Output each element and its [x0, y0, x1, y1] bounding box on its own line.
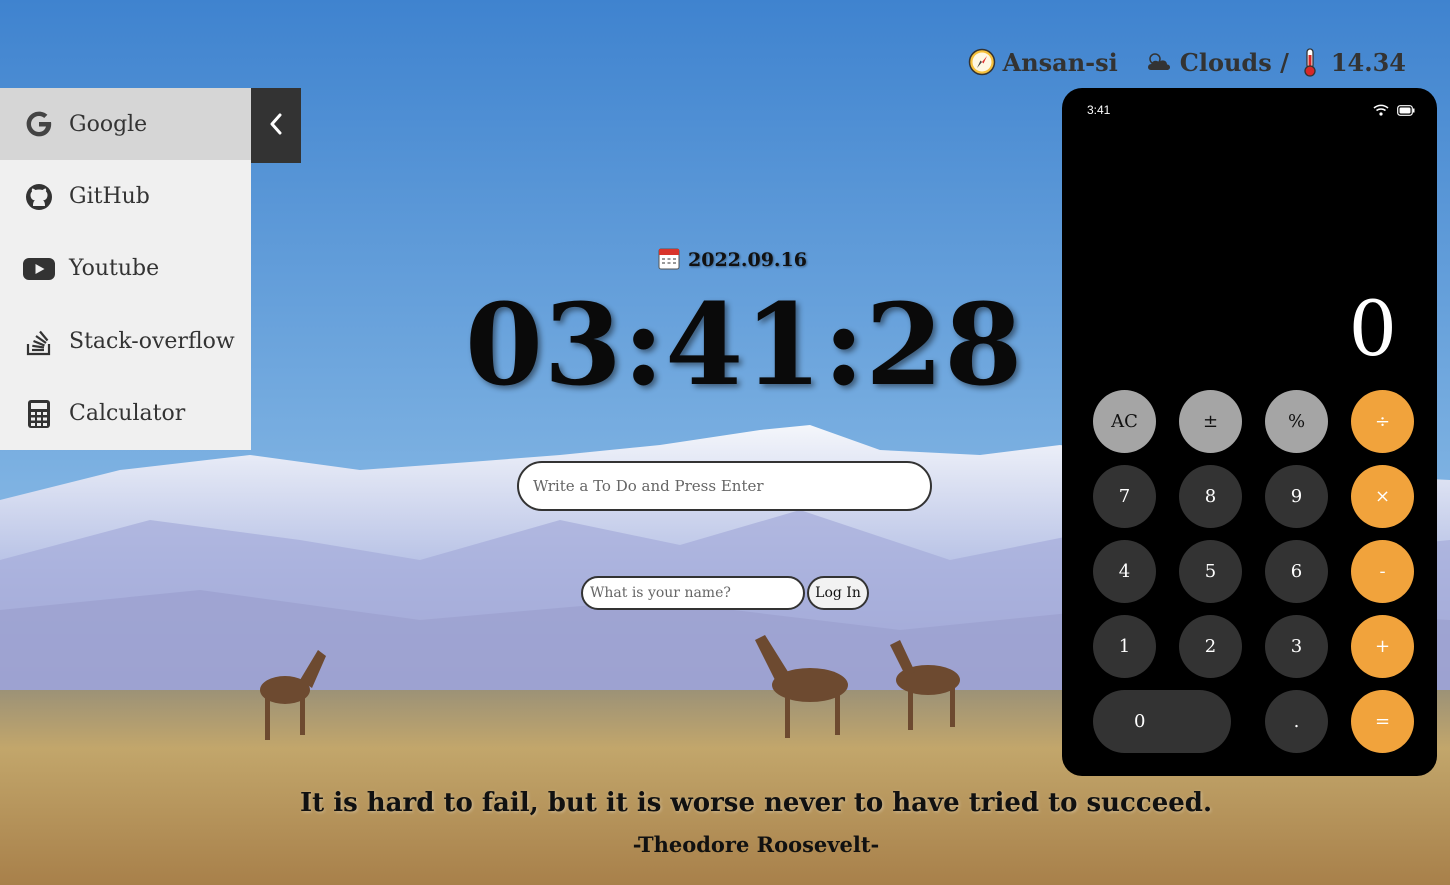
sidebar-item-youtube[interactable]: Youtube [0, 233, 251, 305]
thermometer-icon [1295, 47, 1325, 77]
calc-button-2[interactable]: 2 [1179, 615, 1242, 678]
sidebar-item-label: Youtube [69, 256, 160, 282]
status-icons [1373, 103, 1415, 121]
date-text: 2022.09.16 [688, 249, 807, 271]
calc-button-9[interactable]: 9 [1265, 465, 1328, 528]
sidebar-item-calculator[interactable]: Calculator [0, 378, 251, 450]
weather-condition: Clouds / [1179, 47, 1289, 77]
calc-button-3[interactable]: 3 [1265, 615, 1328, 678]
calc-button-8[interactable]: 8 [1179, 465, 1242, 528]
weather-widget: Ansan-si Clouds / 14.34 [967, 44, 1406, 80]
github-icon [22, 180, 56, 214]
calc-button-ac[interactable]: AC [1093, 390, 1156, 453]
weather-temperature: 14.34 [1330, 47, 1406, 77]
status-time: 3:41 [1087, 103, 1111, 117]
login-button[interactable]: Log In [807, 576, 869, 610]
sidebar-item-label: Stack-overflow [69, 328, 235, 354]
compass-icon [967, 47, 997, 77]
calc-button-percent[interactable]: % [1265, 390, 1328, 453]
login-form: Log In [581, 576, 869, 610]
sidebar-item-label: Google [69, 111, 148, 137]
clock-time: 03:41:28 [465, 280, 1024, 411]
calendar-icon [658, 246, 680, 275]
calc-button-7[interactable]: 7 [1093, 465, 1156, 528]
calc-button-6[interactable]: 6 [1265, 540, 1328, 603]
youtube-icon [22, 252, 56, 286]
calc-button-plus[interactable]: + [1351, 615, 1414, 678]
quote-author: -Theodore Roosevelt- [632, 832, 880, 857]
calculator-display: 0 [1348, 284, 1397, 373]
sidebar-item-github[interactable]: GitHub [0, 160, 251, 232]
calc-button-5[interactable]: 5 [1179, 540, 1242, 603]
calc-button-1[interactable]: 1 [1093, 615, 1156, 678]
calc-button-multiply[interactable]: × [1351, 465, 1414, 528]
calc-button-dot[interactable]: . [1265, 690, 1328, 753]
cloud-icon [1144, 47, 1174, 77]
chevron-left-icon [267, 111, 285, 141]
stack-overflow-icon [22, 324, 56, 358]
todo-input[interactable] [517, 461, 932, 511]
name-input[interactable] [581, 576, 805, 610]
sidebar-item-label: Calculator [69, 401, 186, 427]
quote-text: It is hard to fail, but it is worse neve… [299, 788, 1213, 818]
calc-button-equals[interactable]: = [1351, 690, 1414, 753]
calculator-icon [22, 397, 56, 431]
sidebar-item-stack-overflow[interactable]: Stack-overflow [0, 305, 251, 377]
wifi-icon [1373, 103, 1389, 121]
sidebar: Google GitHub Youtube Stack-overflow Cal… [0, 88, 251, 450]
battery-icon [1397, 103, 1415, 121]
calculator-panel: 3:41 0 AC ± % ÷ 7 8 9 × 4 5 6 - 1 2 3 + … [1062, 88, 1437, 776]
calc-button-0[interactable]: 0 [1093, 690, 1231, 753]
google-icon [22, 107, 56, 141]
sidebar-item-google[interactable]: Google [0, 88, 251, 161]
sidebar-item-label: GitHub [69, 184, 150, 210]
weather-city: Ansan-si [1002, 47, 1118, 77]
calc-button-divide[interactable]: ÷ [1351, 390, 1414, 453]
calc-button-sign[interactable]: ± [1179, 390, 1242, 453]
sidebar-collapse-button[interactable] [251, 88, 301, 163]
calc-button-minus[interactable]: - [1351, 540, 1414, 603]
calc-button-4[interactable]: 4 [1093, 540, 1156, 603]
date-display: 2022.09.16 [658, 246, 807, 274]
